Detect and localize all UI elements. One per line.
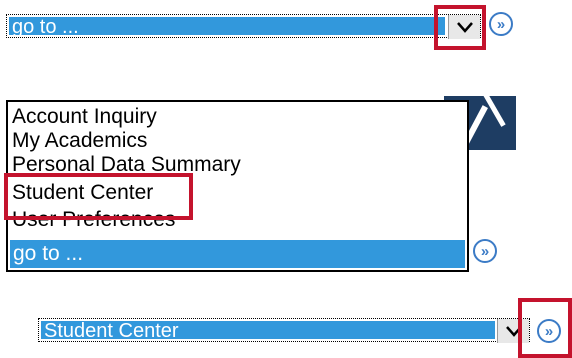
dropdown-arrow-button[interactable] (448, 15, 480, 39)
go-button[interactable]: » (489, 12, 513, 36)
goto-select-collapsed[interactable]: go to ... (6, 14, 481, 39)
dropdown-arrow-button[interactable] (497, 319, 529, 343)
option-user-preferences[interactable]: User Preferences (12, 209, 175, 231)
double-chevron-right-icon: » (544, 322, 554, 340)
goto-select-value: Student Center (41, 321, 495, 339)
go-button[interactable]: » (537, 319, 561, 343)
option-go-to-selected[interactable]: go to ... (10, 240, 465, 268)
double-chevron-right-icon: » (480, 242, 490, 260)
goto-select-student-center[interactable]: Student Center (38, 318, 530, 343)
double-chevron-right-icon: » (496, 15, 506, 33)
goto-dropdown-list[interactable]: Account Inquiry My Academics Personal Da… (6, 100, 469, 272)
goto-select-value: go to ... (9, 17, 445, 35)
option-personal-data-summary[interactable]: Personal Data Summary (12, 154, 241, 176)
go-button[interactable]: » (473, 239, 497, 263)
option-account-inquiry[interactable]: Account Inquiry (12, 106, 157, 128)
option-my-academics[interactable]: My Academics (12, 130, 147, 152)
chevron-down-icon (505, 325, 522, 337)
option-student-center[interactable]: Student Center (12, 182, 153, 204)
chevron-down-icon (456, 21, 473, 33)
